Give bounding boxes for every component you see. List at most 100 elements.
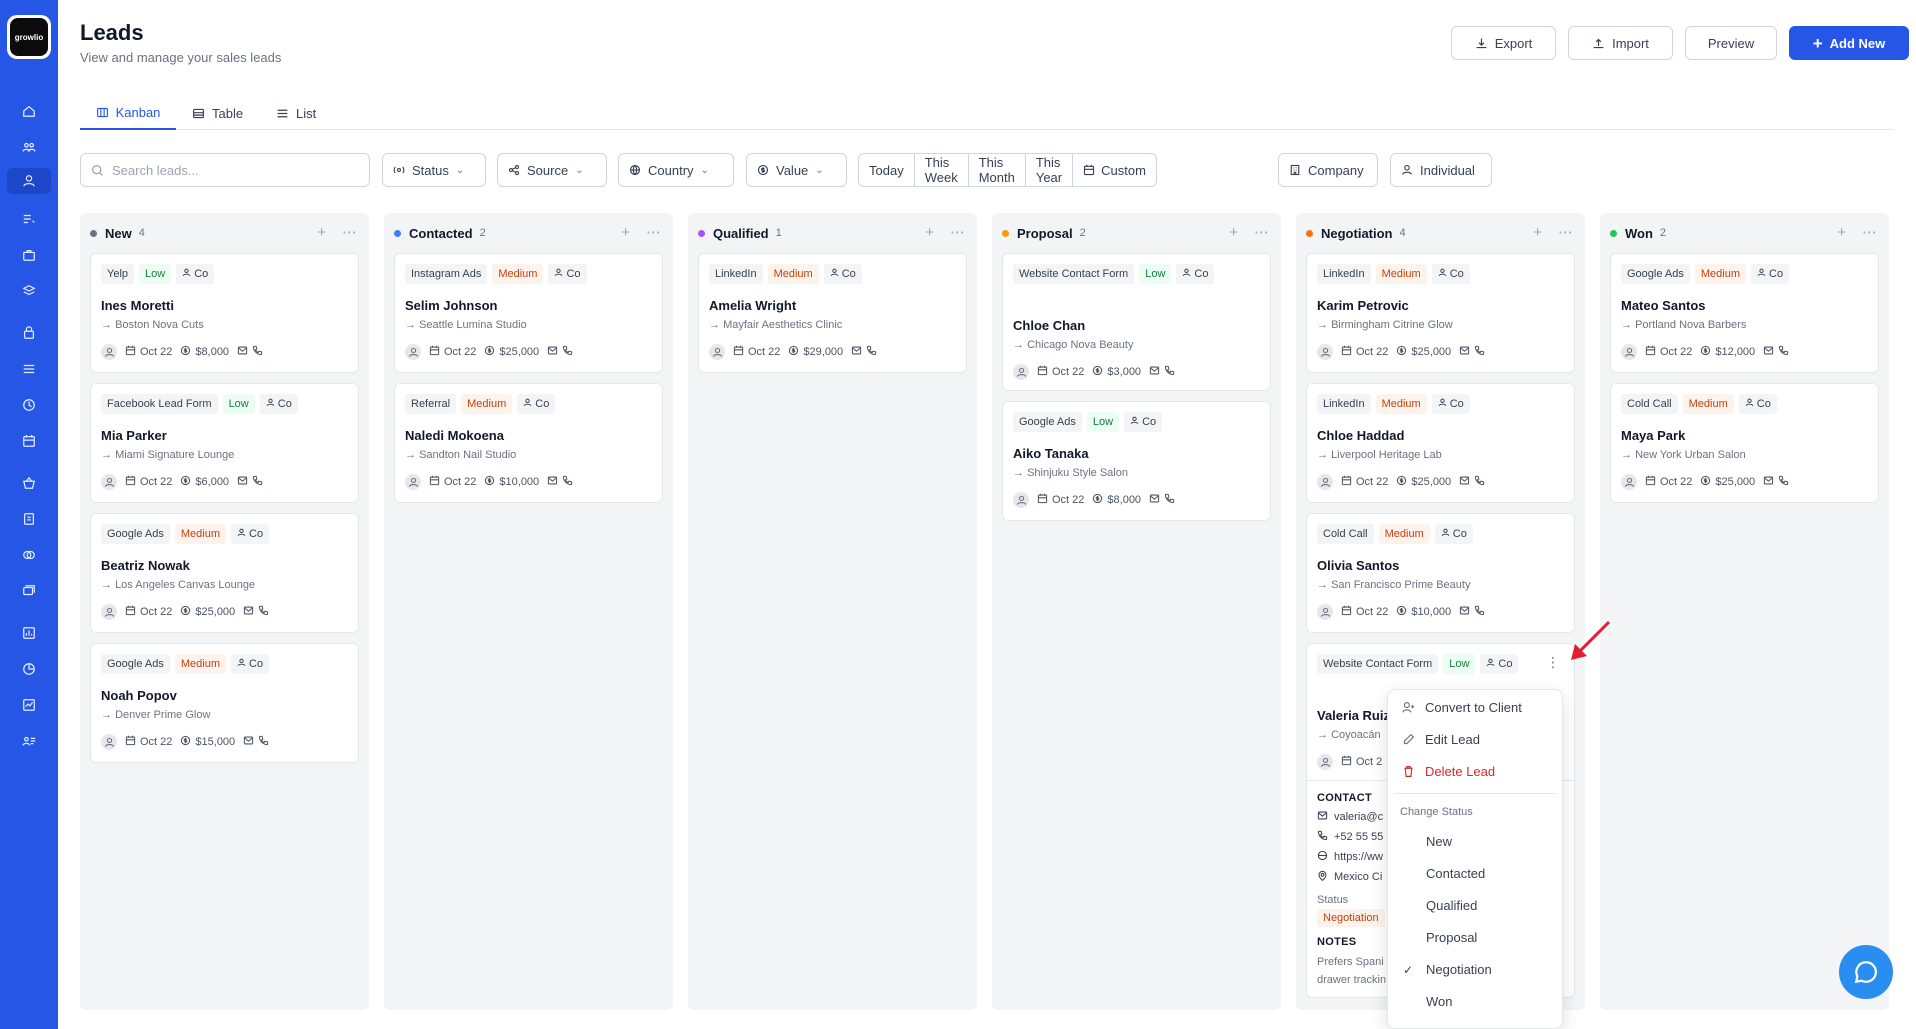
lead-card[interactable]: Google Ads Medium Co Mateo Santos → Portland… [1610,253,1879,373]
status-option-won[interactable]: Won [1426,994,1453,1009]
preview-button[interactable]: Preview [1685,26,1777,60]
this-month-button[interactable]: This Month [969,154,1026,186]
phone-icon[interactable] [562,345,573,359]
mail-icon[interactable] [243,605,254,619]
lead-name[interactable]: Naledi Mokoena [405,428,504,443]
lead-card[interactable]: Google Ads Medium Co Noah Popov → Denver Pri… [90,643,359,763]
lead-name[interactable]: Beatriz Nowak [101,558,190,573]
lead-card[interactable]: Facebook Lead Form Low Co Mia Parker → Miami… [90,383,359,503]
lead-name[interactable]: Mia Parker [101,428,167,443]
lead-card[interactable]: Google Ads Medium Co Beatriz Nowak → Los Ang… [90,513,359,633]
add-card-button[interactable]: + [1533,223,1542,243]
basket-icon[interactable] [0,470,58,496]
calendar-icon[interactable] [0,428,58,454]
lead-name[interactable]: Karim Petrovic [1317,298,1409,313]
source-filter[interactable]: Source ⌄ [497,153,607,187]
lead-card[interactable]: LinkedIn Medium Co Karim Petrovic → Birmingh… [1306,253,1575,373]
pie-chart-icon[interactable] [0,656,58,682]
lead-name[interactable]: Mateo Santos [1621,298,1706,313]
users-settings-icon[interactable] [0,728,58,754]
phone-icon[interactable] [258,605,269,619]
phone-icon[interactable] [1474,345,1485,359]
edit-lead-item[interactable]: Edit Lead [1402,732,1480,747]
lead-card[interactable]: LinkedIn Medium Co Chloe Haddad → Liverpool … [1306,383,1575,503]
report-icon[interactable] [0,620,58,646]
mail-icon[interactable] [1763,345,1774,359]
phone-icon[interactable] [252,345,263,359]
more-options-icon[interactable]: ⋯ [342,223,357,243]
phone-icon[interactable] [1474,475,1485,489]
lead-card[interactable]: Website Contact Form Low Co Chloe Chan → Chi… [1002,253,1271,391]
team-icon[interactable] [0,134,58,160]
this-year-button[interactable]: This Year [1026,154,1074,186]
lead-name[interactable]: Aiko Tanaka [1013,446,1089,461]
lead-name[interactable]: Olivia Santos [1317,558,1399,573]
add-card-button[interactable]: + [925,223,934,243]
lead-name[interactable]: Noah Popov [101,688,177,703]
individual-filter[interactable]: Individual [1390,153,1492,187]
mail-icon[interactable] [237,345,248,359]
status-filter[interactable]: Status ⌄ [382,153,486,187]
lead-card[interactable]: LinkedIn Medium Co Amelia Wright → Mayfair A… [698,253,967,373]
list-icon[interactable] [0,356,58,382]
mail-icon[interactable] [1459,475,1470,489]
coins-icon[interactable] [0,542,58,568]
add-card-button[interactable]: + [621,223,630,243]
mail-icon[interactable] [1149,365,1160,379]
lead-name[interactable]: Valeria Ruiz [1317,708,1390,723]
app-logo[interactable]: growlio [10,18,48,56]
phone-icon[interactable] [562,475,573,489]
mail-icon[interactable] [1459,345,1470,359]
invoice-icon[interactable] [0,506,58,532]
this-week-button[interactable]: This Week [915,154,969,186]
mail-icon[interactable] [1149,493,1160,507]
phone-icon[interactable] [1164,493,1175,507]
lead-name[interactable]: Maya Park [1621,428,1685,443]
mail-icon[interactable] [851,345,862,359]
search-input[interactable] [112,162,352,178]
status-option-negotiation[interactable]: Negotiation [1426,962,1492,977]
phone-icon[interactable] [1778,345,1789,359]
tasks-icon[interactable] [0,206,58,232]
leads-icon[interactable] [7,168,51,194]
clock-icon[interactable] [0,392,58,418]
mail-icon[interactable] [547,345,558,359]
home-icon[interactable] [0,98,58,124]
phone-icon[interactable] [252,475,263,489]
import-button[interactable]: Import [1568,26,1673,60]
layers-icon[interactable] [0,278,58,304]
country-filter[interactable]: Country ⌄ [618,153,734,187]
phone-icon[interactable] [258,735,269,749]
tab-list[interactable]: List [276,96,316,130]
analytics-icon[interactable] [0,692,58,718]
status-option-new[interactable]: New [1426,834,1452,849]
mail-icon[interactable] [1459,605,1470,619]
lead-card[interactable]: Google Ads Low Co Aiko Tanaka → Shinjuku Sty… [1002,401,1271,521]
more-options-icon[interactable]: ⋯ [1254,223,1269,243]
status-option-contacted[interactable]: Contacted [1426,866,1485,881]
phone-icon[interactable] [1164,365,1175,379]
more-options-icon[interactable]: ⋯ [950,223,965,243]
custom-date-button[interactable]: Custom [1073,154,1156,186]
export-button[interactable]: Export [1451,26,1556,60]
lead-card[interactable]: Yelp Low Co Ines Moretti → Boston Nova Cuts O… [90,253,359,373]
tab-table[interactable]: Table [192,96,243,130]
lead-name[interactable]: Chloe Chan [1013,318,1085,333]
mail-icon[interactable] [1763,475,1774,489]
bag-icon[interactable] [0,320,58,346]
value-filter[interactable]: Value ⌄ [746,153,847,187]
mail-icon[interactable] [237,475,248,489]
lead-card[interactable]: Cold Call Medium Co Maya Park → New York Urb… [1610,383,1879,503]
add-new-button[interactable]: + Add New [1789,26,1909,60]
more-options-icon[interactable]: ⋮ [1546,654,1560,671]
today-button[interactable]: Today [859,154,915,186]
add-card-button[interactable]: + [317,223,326,243]
add-card-button[interactable]: + [1837,223,1846,243]
add-card-button[interactable]: + [1229,223,1238,243]
phone-icon[interactable] [1474,605,1485,619]
lead-name[interactable]: Ines Moretti [101,298,174,313]
convert-to-client-item[interactable]: Convert to Client [1402,700,1522,715]
mail-icon[interactable] [243,735,254,749]
briefcase-icon[interactable] [0,242,58,268]
delete-lead-item[interactable]: Delete Lead [1402,764,1495,779]
